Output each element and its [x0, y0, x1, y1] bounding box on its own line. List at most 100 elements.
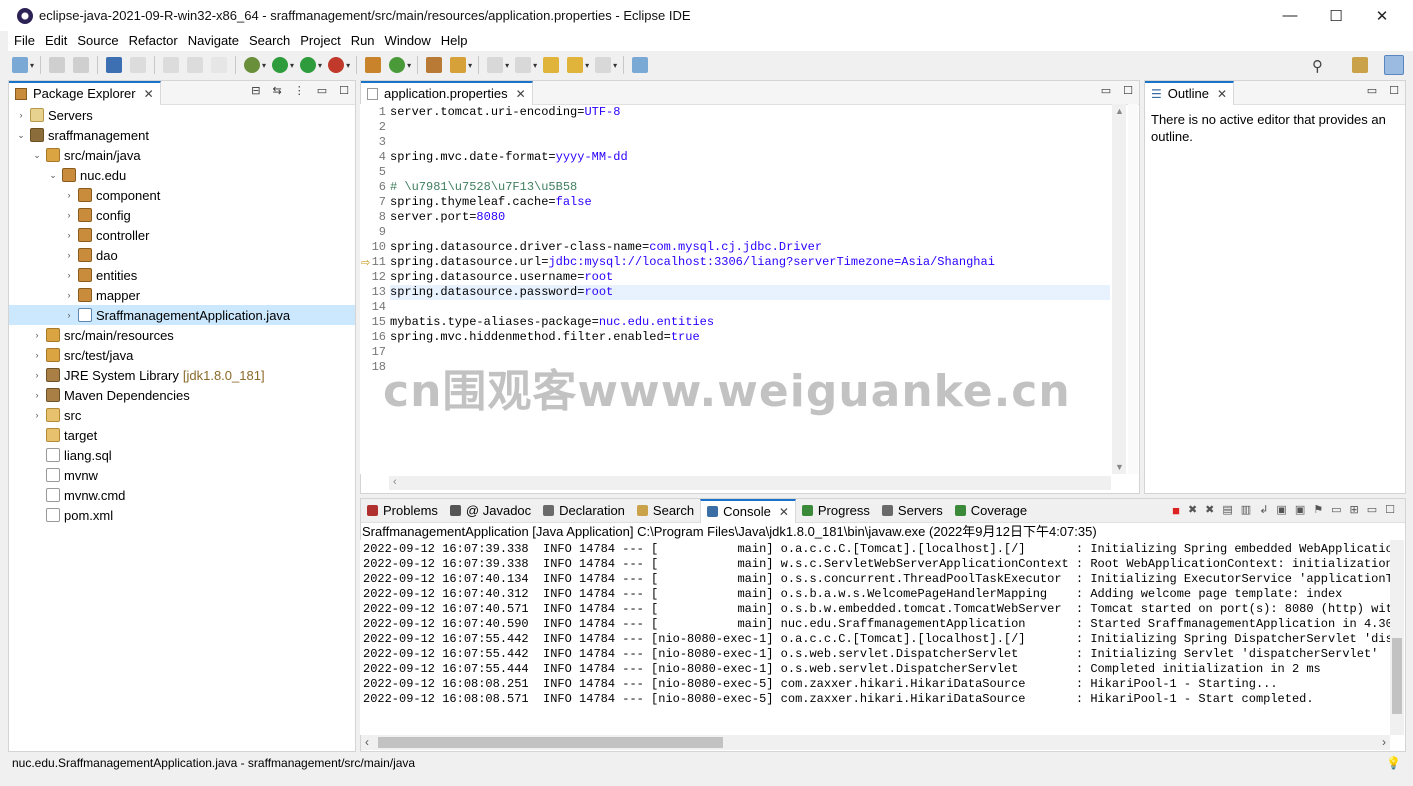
whitespace-icon[interactable] [211, 57, 228, 73]
collapse-all-icon[interactable]: ⊟ [251, 84, 260, 97]
chevron-right-icon[interactable]: › [31, 370, 43, 380]
remove-launch-icon[interactable]: ✖ [1188, 503, 1197, 518]
debug-icon[interactable] [244, 57, 261, 73]
tab-search[interactable]: Search [631, 499, 700, 523]
editor-horizontal-scrollbar[interactable]: ‹ [389, 476, 1111, 490]
chevron-down-icon[interactable]: ▾ [505, 61, 509, 70]
console-output[interactable]: 2022-09-12 16:07:39.338 INFO 14784 --- [… [360, 540, 1390, 735]
code-line[interactable]: spring.datasource.username=root [390, 270, 1110, 285]
code-line[interactable]: spring.mvc.hiddenmethod.filter.enabled=t… [390, 330, 1110, 345]
close-icon[interactable]: ✕ [516, 87, 526, 101]
chevron-right-icon[interactable]: › [63, 190, 75, 200]
menu-window[interactable]: Window [380, 31, 436, 51]
tree-item[interactable]: › src/test/java [9, 345, 355, 365]
close-icon[interactable]: ✕ [779, 505, 789, 519]
tree-item[interactable]: › mapper [9, 285, 355, 305]
code-line[interactable] [390, 300, 1110, 315]
chevron-right-icon[interactable]: › [63, 270, 75, 280]
code-line[interactable]: server.tomcat.uri-encoding=UTF-8 [390, 105, 1110, 120]
maximize-icon[interactable]: ☐ [1123, 84, 1133, 97]
tab-package-explorer[interactable]: Package Explorer ✕ [9, 80, 161, 105]
package-tree[interactable]: › Servers ⌄ sraffmanagement ⌄ src/main/java ⌄ n… [9, 105, 355, 751]
close-icon[interactable]: ✕ [1217, 87, 1227, 101]
save-all-icon[interactable] [73, 57, 90, 73]
tab-console[interactable]: Console ✕ [700, 498, 796, 523]
skip-breakpoints-icon[interactable] [130, 57, 147, 73]
chevron-left-icon[interactable]: ‹ [393, 476, 397, 488]
code-line[interactable]: spring.thymeleaf.cache=false [390, 195, 1110, 210]
tab-application-properties[interactable]: application.properties ✕ [361, 80, 533, 105]
tree-item[interactable]: ⌄ src/main/java [9, 145, 355, 165]
last-edit-location-icon[interactable] [543, 57, 560, 73]
scroll-lock-icon[interactable]: ▥ [1241, 503, 1251, 518]
terminate-icon[interactable]: ■ [1172, 503, 1180, 518]
word-wrap-icon[interactable]: ↲ [1259, 503, 1268, 518]
save-icon[interactable] [49, 57, 66, 73]
forward-icon[interactable] [595, 57, 612, 73]
tree-item[interactable]: › SraffmanagementApplication.java [9, 305, 355, 325]
open-console-icon[interactable]: ⊞ [1350, 503, 1359, 518]
code-line[interactable]: spring.datasource.password=root [390, 285, 1110, 300]
back-icon[interactable] [567, 57, 584, 73]
tree-item[interactable]: ⌄ sraffmanagement [9, 125, 355, 145]
open-perspective-icon[interactable] [1352, 57, 1368, 73]
tree-item[interactable]: › config [9, 205, 355, 225]
code-line[interactable]: mybatis.type-aliases-package=nuc.edu.ent… [390, 315, 1110, 330]
view-menu-icon[interactable]: ⋮ [294, 84, 305, 97]
tree-item[interactable]: › src/main/resources [9, 325, 355, 345]
code-area[interactable]: server.tomcat.uri-encoding=UTF-8 spring.m… [390, 105, 1110, 375]
tree-item[interactable]: mvnw [9, 465, 355, 485]
run-icon[interactable] [272, 57, 289, 73]
chevron-down-icon[interactable]: ▾ [346, 61, 350, 70]
code-line[interactable] [390, 225, 1110, 240]
chevron-right-icon[interactable]: › [63, 250, 75, 260]
chevron-down-icon[interactable]: ▾ [262, 61, 266, 70]
menu-project[interactable]: Project [295, 31, 345, 51]
menu-refactor[interactable]: Refactor [124, 31, 183, 51]
tree-item[interactable]: liang.sql [9, 445, 355, 465]
tree-item[interactable]: › dao [9, 245, 355, 265]
close-button[interactable]: ✕ [1359, 0, 1405, 31]
tab-coverage[interactable]: Coverage [949, 499, 1033, 523]
code-line[interactable] [390, 120, 1110, 135]
scroll-thumb[interactable] [378, 737, 723, 748]
pin-editor-icon[interactable] [632, 57, 649, 73]
open-task-icon[interactable] [450, 57, 467, 73]
tab-problems[interactable]: Problems [361, 499, 444, 523]
tab-declaration[interactable]: Declaration [537, 499, 631, 523]
chevron-down-icon[interactable]: ▾ [468, 61, 472, 70]
external-tools-icon[interactable] [328, 57, 345, 73]
link-with-editor-icon[interactable]: ⇆ [273, 84, 282, 97]
code-line[interactable]: # \u7981\u7528\u7F13\u5B58 [390, 180, 1110, 195]
chevron-down-icon[interactable]: ⌄ [31, 150, 43, 161]
toggle-block-icon[interactable] [187, 57, 204, 73]
tree-item[interactable]: target [9, 425, 355, 445]
editor-vertical-scrollbar[interactable]: ▲ ▼ [1112, 104, 1126, 474]
minimize-icon[interactable]: ▭ [1367, 503, 1377, 518]
tree-item[interactable]: pom.xml [9, 505, 355, 525]
chevron-right-icon[interactable]: › [63, 230, 75, 240]
chevron-left-icon[interactable]: ‹ [365, 735, 369, 749]
chevron-right-icon[interactable]: › [31, 410, 43, 420]
tree-item[interactable]: › component [9, 185, 355, 205]
previous-annotation-icon[interactable] [515, 57, 532, 73]
code-line[interactable]: spring.datasource.driver-class-name=com.… [390, 240, 1110, 255]
clear-console-icon[interactable]: ▤ [1222, 503, 1232, 518]
code-line[interactable]: spring.datasource.url=jdbc:mysql://local… [390, 255, 1110, 270]
chevron-right-icon[interactable]: › [31, 390, 43, 400]
code-line[interactable]: spring.mvc.date-format=yyyy-MM-dd [390, 150, 1110, 165]
menu-navigate[interactable]: Navigate [183, 31, 244, 51]
maximize-icon[interactable]: ☐ [1389, 84, 1399, 97]
chevron-down-icon[interactable]: ▾ [533, 61, 537, 70]
menu-search[interactable]: Search [244, 31, 295, 51]
chevron-right-icon[interactable]: › [63, 310, 75, 320]
java-perspective-icon[interactable] [1384, 55, 1404, 75]
chevron-down-icon[interactable]: ▾ [613, 61, 617, 70]
terminal-icon[interactable] [106, 57, 123, 73]
maximize-icon[interactable]: ☐ [339, 84, 349, 97]
chevron-right-icon[interactable]: › [63, 210, 75, 220]
maximize-icon[interactable]: ☐ [1385, 503, 1395, 518]
minimize-icon[interactable]: ▭ [317, 84, 327, 97]
tab-javadoc[interactable]: @ Javadoc [444, 499, 537, 523]
show-stderr-icon[interactable]: ▣ [1295, 503, 1305, 518]
